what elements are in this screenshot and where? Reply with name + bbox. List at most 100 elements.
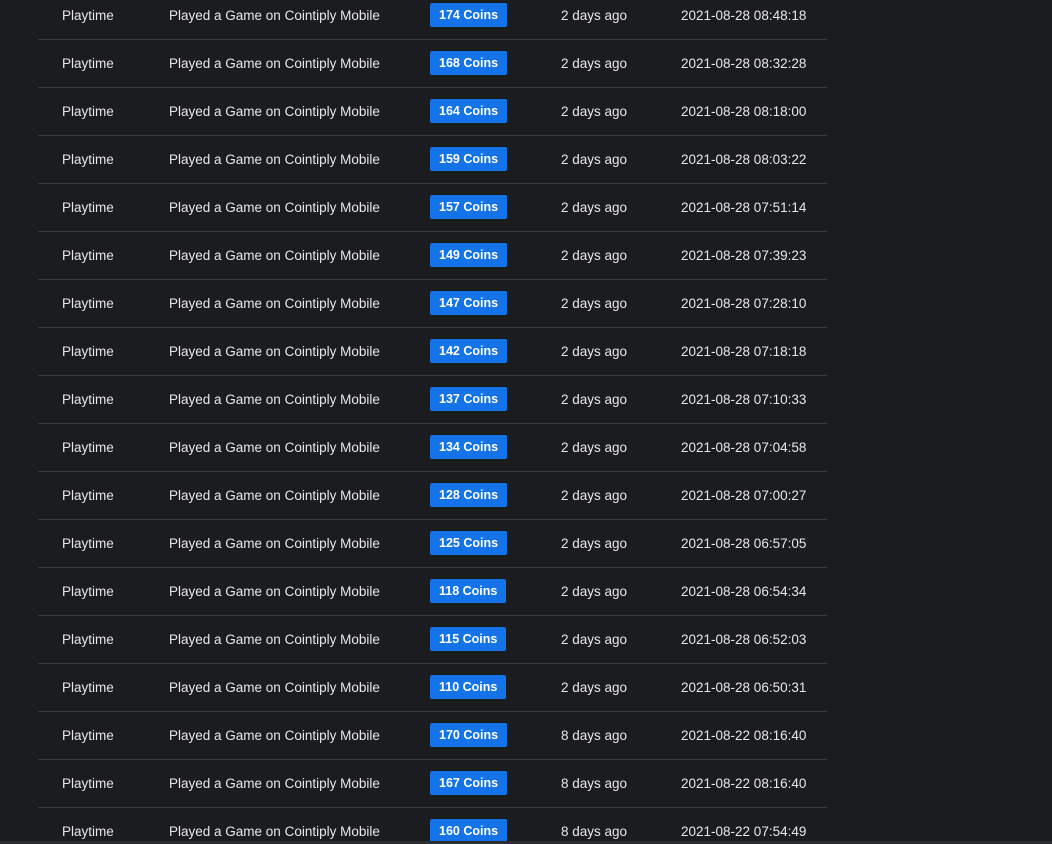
relative-time: 2 days ago bbox=[561, 440, 628, 455]
table-row: Playtime Played a Game on Cointiply Mobi… bbox=[38, 472, 827, 520]
transaction-type: Playtime bbox=[62, 536, 114, 551]
table-row: Playtime Played a Game on Cointiply Mobi… bbox=[38, 232, 827, 280]
transaction-description: Played a Game on Cointiply Mobile bbox=[169, 248, 380, 263]
timestamp: 2021-08-28 07:10:33 bbox=[681, 392, 807, 407]
transaction-type: Playtime bbox=[62, 584, 114, 599]
coins-badge: 128 Coins bbox=[430, 483, 508, 508]
table-row: Playtime Played a Game on Cointiply Mobi… bbox=[38, 760, 827, 808]
relative-time: 2 days ago bbox=[561, 584, 628, 599]
relative-time: 2 days ago bbox=[561, 392, 628, 407]
amount-cell: 167 Coins bbox=[430, 760, 508, 807]
transaction-description: Played a Game on Cointiply Mobile bbox=[169, 56, 380, 71]
amount-cell: 174 Coins bbox=[430, 0, 508, 39]
relative-time: 8 days ago bbox=[561, 776, 628, 791]
relative-time: 2 days ago bbox=[561, 248, 628, 263]
timestamp: 2021-08-28 06:54:34 bbox=[681, 584, 807, 599]
transaction-type: Playtime bbox=[62, 728, 114, 743]
timestamp: 2021-08-22 08:16:40 bbox=[681, 728, 807, 743]
transaction-description: Played a Game on Cointiply Mobile bbox=[169, 776, 380, 791]
amount-cell: 147 Coins bbox=[430, 280, 508, 327]
amount-cell: 159 Coins bbox=[430, 136, 508, 183]
transaction-type: Playtime bbox=[62, 248, 114, 263]
transaction-type: Playtime bbox=[62, 104, 114, 119]
table-row: Playtime Played a Game on Cointiply Mobi… bbox=[38, 520, 827, 568]
transaction-type: Playtime bbox=[62, 680, 114, 695]
table-row: Playtime Played a Game on Cointiply Mobi… bbox=[38, 568, 827, 616]
table-row: Playtime Played a Game on Cointiply Mobi… bbox=[38, 88, 827, 136]
coins-badge: 164 Coins bbox=[430, 99, 508, 124]
coins-badge: 167 Coins bbox=[430, 771, 508, 796]
table-row: Playtime Played a Game on Cointiply Mobi… bbox=[38, 328, 827, 376]
transaction-type: Playtime bbox=[62, 56, 114, 71]
amount-cell: 142 Coins bbox=[430, 328, 508, 375]
transaction-type: Playtime bbox=[62, 440, 114, 455]
timestamp: 2021-08-28 07:18:18 bbox=[681, 344, 807, 359]
relative-time: 2 days ago bbox=[561, 296, 628, 311]
transaction-description: Played a Game on Cointiply Mobile bbox=[169, 8, 380, 23]
transaction-description: Played a Game on Cointiply Mobile bbox=[169, 152, 380, 167]
table-row: Playtime Played a Game on Cointiply Mobi… bbox=[38, 40, 827, 88]
coins-badge: 149 Coins bbox=[430, 243, 508, 268]
coins-badge: 110 Coins bbox=[430, 675, 507, 700]
transaction-type: Playtime bbox=[62, 488, 114, 503]
timestamp: 2021-08-28 07:51:14 bbox=[681, 200, 807, 215]
table-row: Playtime Played a Game on Cointiply Mobi… bbox=[38, 376, 827, 424]
table-row: Playtime Played a Game on Cointiply Mobi… bbox=[38, 664, 827, 712]
transaction-type: Playtime bbox=[62, 8, 114, 23]
timestamp: 2021-08-28 08:48:18 bbox=[681, 8, 807, 23]
coins-badge: 134 Coins bbox=[430, 435, 508, 460]
coins-badge: 125 Coins bbox=[430, 531, 508, 556]
coins-badge: 115 Coins bbox=[430, 627, 507, 652]
page: Playtime Played a Game on Cointiply Mobi… bbox=[0, 0, 1052, 844]
transaction-description: Played a Game on Cointiply Mobile bbox=[169, 488, 380, 503]
transaction-type: Playtime bbox=[62, 632, 114, 647]
timestamp: 2021-08-28 06:50:31 bbox=[681, 680, 807, 695]
amount-cell: 160 Coins bbox=[430, 808, 508, 844]
table-row: Playtime Played a Game on Cointiply Mobi… bbox=[38, 136, 827, 184]
timestamp: 2021-08-28 07:39:23 bbox=[681, 248, 807, 263]
coins-badge: 168 Coins bbox=[430, 51, 508, 76]
amount-cell: 134 Coins bbox=[430, 424, 508, 471]
relative-time: 2 days ago bbox=[561, 8, 628, 23]
relative-time: 2 days ago bbox=[561, 536, 628, 551]
transaction-type: Playtime bbox=[62, 152, 114, 167]
amount-cell: 164 Coins bbox=[430, 88, 508, 135]
coins-badge: 147 Coins bbox=[430, 291, 508, 316]
coins-badge: 137 Coins bbox=[430, 387, 508, 412]
timestamp: 2021-08-28 07:00:27 bbox=[681, 488, 807, 503]
table-row: Playtime Played a Game on Cointiply Mobi… bbox=[38, 712, 827, 760]
amount-cell: 149 Coins bbox=[430, 232, 508, 279]
table-row: Playtime Played a Game on Cointiply Mobi… bbox=[38, 616, 827, 664]
amount-cell: 157 Coins bbox=[430, 184, 508, 231]
coins-badge: 157 Coins bbox=[430, 195, 508, 220]
relative-time: 2 days ago bbox=[561, 488, 628, 503]
transaction-description: Played a Game on Cointiply Mobile bbox=[169, 632, 380, 647]
relative-time: 2 days ago bbox=[561, 104, 628, 119]
transaction-description: Played a Game on Cointiply Mobile bbox=[169, 392, 380, 407]
coins-badge: 159 Coins bbox=[430, 147, 508, 172]
amount-cell: 118 Coins bbox=[430, 568, 507, 615]
transaction-type: Playtime bbox=[62, 392, 114, 407]
coins-badge: 160 Coins bbox=[430, 819, 508, 844]
coins-badge: 142 Coins bbox=[430, 339, 508, 364]
timestamp: 2021-08-22 08:16:40 bbox=[681, 776, 807, 791]
transaction-description: Played a Game on Cointiply Mobile bbox=[169, 344, 380, 359]
coins-badge: 174 Coins bbox=[430, 3, 508, 28]
timestamp: 2021-08-28 06:52:03 bbox=[681, 632, 807, 647]
relative-time: 2 days ago bbox=[561, 680, 628, 695]
table-row: Playtime Played a Game on Cointiply Mobi… bbox=[38, 424, 827, 472]
amount-cell: 128 Coins bbox=[430, 472, 508, 519]
amount-cell: 170 Coins bbox=[430, 712, 508, 759]
transaction-description: Played a Game on Cointiply Mobile bbox=[169, 440, 380, 455]
timestamp: 2021-08-22 07:54:49 bbox=[681, 824, 807, 839]
transaction-type: Playtime bbox=[62, 200, 114, 215]
transactions-table: Playtime Played a Game on Cointiply Mobi… bbox=[38, 0, 827, 844]
coins-badge: 170 Coins bbox=[430, 723, 508, 748]
timestamp: 2021-08-28 08:18:00 bbox=[681, 104, 807, 119]
amount-cell: 110 Coins bbox=[430, 664, 507, 711]
amount-cell: 137 Coins bbox=[430, 376, 508, 423]
transaction-description: Played a Game on Cointiply Mobile bbox=[169, 200, 380, 215]
transaction-type: Playtime bbox=[62, 824, 114, 839]
relative-time: 2 days ago bbox=[561, 152, 628, 167]
amount-cell: 168 Coins bbox=[430, 40, 508, 87]
